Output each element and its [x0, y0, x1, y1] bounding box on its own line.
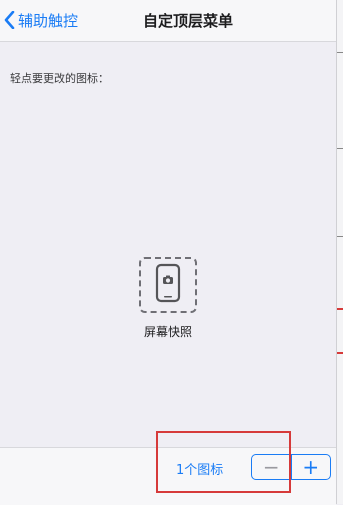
menu-editor: 轻点要更改的图标： 屏幕快照 — [0, 42, 336, 447]
screenshot-icon — [155, 263, 181, 307]
menu-icon-slot[interactable] — [139, 257, 197, 313]
icon-label: 屏幕快照 — [143, 325, 192, 339]
edge-mark — [337, 352, 343, 354]
navigation-bar: 辅助触控 自定顶层菜单 — [0, 0, 336, 42]
edge-mark — [337, 52, 343, 53]
edge-mark — [337, 148, 343, 149]
adjacent-screen-edge — [336, 0, 343, 504]
instruction-text: 轻点要更改的图标： — [10, 72, 109, 85]
highlight-box — [156, 431, 291, 493]
edge-mark — [337, 308, 343, 310]
edge-mark — [337, 236, 343, 237]
page-title: 自定顶层菜单 — [142, 12, 233, 30]
increase-button[interactable]: + — [292, 455, 331, 479]
